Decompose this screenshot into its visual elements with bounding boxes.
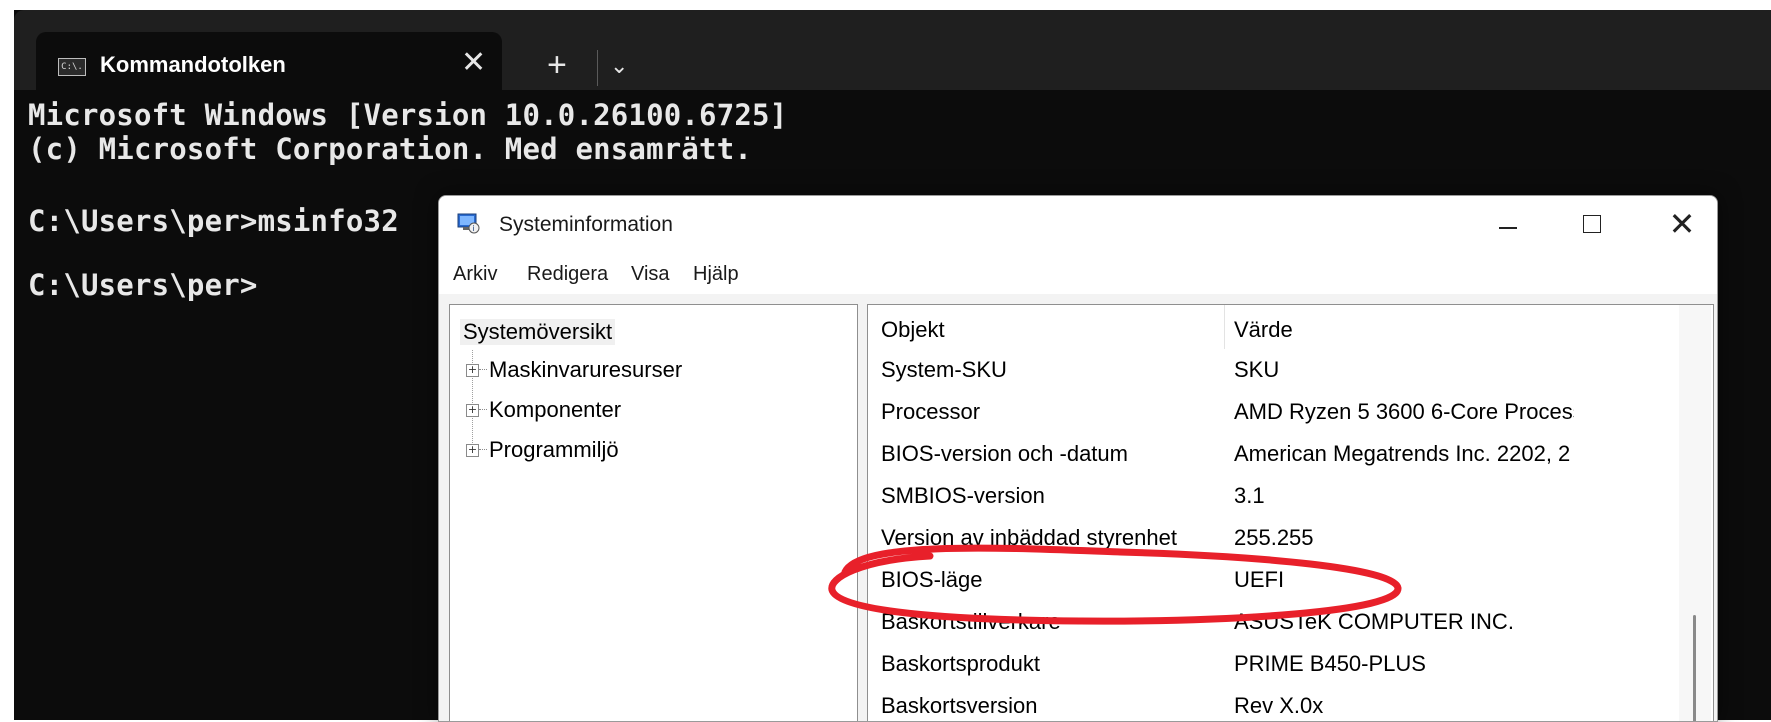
cell-varde: UEFI	[1234, 567, 1285, 592]
menu-redigera[interactable]: Redigera	[527, 263, 608, 286]
desktop-edge-left	[0, 0, 14, 720]
table-row[interactable]: Baskortsversion Rev X.0x	[868, 687, 1668, 721]
table-row[interactable]: SMBIOS-version 3.1	[868, 477, 1668, 514]
scrollbar-thumb[interactable]	[1693, 615, 1696, 721]
terminal-tab-bar: C:\. Kommandotolken ✕ + ⌄	[14, 10, 1771, 100]
tree-item-label: Programmiljö	[489, 437, 619, 462]
close-icon: ✕	[1668, 206, 1696, 242]
cell-varde: Rev X.0x	[1234, 693, 1324, 718]
vertical-scrollbar[interactable]	[1679, 305, 1711, 721]
console-line: Microsoft Windows [Version 10.0.26100.67…	[28, 98, 788, 132]
cell-varde: AMD Ryzen 5 3600 6-Core Processor	[1234, 399, 1574, 424]
systeminfo-app-icon: i	[457, 213, 480, 234]
column-header-varde[interactable]: Värde	[1234, 317, 1293, 343]
cell-objekt: Baskortsversion	[881, 693, 1038, 718]
cell-varde: ASUSTeK COMPUTER INC.	[1234, 609, 1514, 634]
chevron-down-icon[interactable]: ⌄	[610, 52, 628, 80]
console-prompt[interactable]: C:\Users\per>	[28, 268, 258, 302]
menu-bar: Arkiv Redigera Visa Hjälp	[439, 254, 1717, 294]
menu-visa[interactable]: Visa	[631, 263, 670, 286]
menu-hjalp[interactable]: Hjälp	[693, 263, 739, 286]
cell-varde: 255.255	[1234, 525, 1314, 550]
tree-item-komponenter[interactable]: + Komponenter	[450, 397, 850, 427]
column-header-objekt[interactable]: Objekt	[881, 317, 945, 343]
tree-item-programmiljo[interactable]: + Programmiljö	[450, 437, 850, 467]
cell-varde: American Megatrends Inc. 2202, 2	[1234, 441, 1571, 466]
table-row[interactable]: BIOS-läge UEFI	[868, 561, 1668, 598]
cell-varde: SKU	[1234, 357, 1280, 382]
cell-objekt: Baskortstillverkare	[881, 609, 1061, 634]
table-row[interactable]: Version av inbäddad styrenhet 255.255	[868, 519, 1668, 556]
cell-varde: 3.1	[1234, 483, 1265, 508]
console-line: C:\Users\per>msinfo32	[28, 204, 399, 238]
maximize-icon	[1583, 215, 1601, 233]
tree-item-systemoversikt[interactable]: Systemöversikt	[460, 319, 616, 345]
table-row[interactable]: System-SKU SKU	[868, 351, 1668, 388]
tree-connector	[479, 449, 487, 450]
tree-item-label: Maskinvaruresurser	[489, 357, 683, 382]
close-icon[interactable]: ✕	[461, 46, 486, 80]
menu-arkiv[interactable]: Arkiv	[453, 263, 497, 286]
systeminfo-window: i Systeminformation ✕ Arkiv Redigera Vis…	[438, 195, 1718, 722]
cell-objekt: SMBIOS-version	[881, 483, 1045, 508]
svg-text:i: i	[472, 224, 474, 233]
cell-varde: PRIME B450-PLUS	[1234, 651, 1426, 676]
tree-connector	[479, 369, 487, 370]
maximize-button[interactable]	[1558, 196, 1628, 254]
cell-objekt: Baskortsprodukt	[881, 651, 1040, 676]
table-row[interactable]: Baskortstillverkare ASUSTeK COMPUTER INC…	[868, 603, 1668, 640]
cell-objekt: Version av inbäddad styrenhet	[881, 525, 1177, 550]
cell-objekt: Processor	[881, 399, 981, 424]
plus-icon[interactable]: +	[547, 48, 567, 82]
terminal-tab[interactable]: C:\. Kommandotolken ✕	[36, 32, 502, 100]
category-tree: Systemöversikt + Maskinvaruresurser + Ko…	[449, 304, 858, 721]
tree-expand-icon[interactable]: +	[466, 444, 479, 457]
window-title: Systeminformation	[499, 213, 673, 236]
tree-expand-icon[interactable]: +	[466, 364, 479, 377]
close-button[interactable]: ✕	[1647, 196, 1717, 254]
minimize-icon	[1499, 227, 1517, 229]
tree-expand-icon[interactable]: +	[466, 404, 479, 417]
tree-connector	[479, 409, 487, 410]
cell-objekt: BIOS-version och -datum	[881, 441, 1128, 466]
minimize-button[interactable]	[1472, 196, 1542, 254]
cell-objekt: System-SKU	[881, 357, 1007, 382]
title-bar[interactable]: i Systeminformation ✕	[439, 196, 1717, 254]
tree-item-label: Komponenter	[489, 397, 622, 422]
details-list: Objekt Värde System-SKU SKU Processor AM…	[867, 304, 1714, 721]
table-row[interactable]: BIOS-version och -datum American Megatre…	[868, 435, 1668, 472]
table-row[interactable]: Processor AMD Ryzen 5 3600 6-Core Proces…	[868, 393, 1668, 430]
cmd-icon: C:\.	[58, 58, 86, 76]
cell-objekt: BIOS-läge	[881, 567, 983, 592]
console-line: (c) Microsoft Corporation. Med ensamrätt…	[28, 132, 753, 166]
tab-separator	[597, 50, 598, 86]
table-row[interactable]: Baskortsprodukt PRIME B450-PLUS	[868, 645, 1668, 682]
tree-item-maskinvaruresurser[interactable]: + Maskinvaruresurser	[450, 357, 850, 387]
column-divider[interactable]	[1224, 305, 1225, 349]
tab-title: Kommandotolken	[100, 52, 286, 77]
list-header: Objekt Värde	[868, 305, 1668, 351]
desktop-edge-top	[0, 0, 1771, 10]
